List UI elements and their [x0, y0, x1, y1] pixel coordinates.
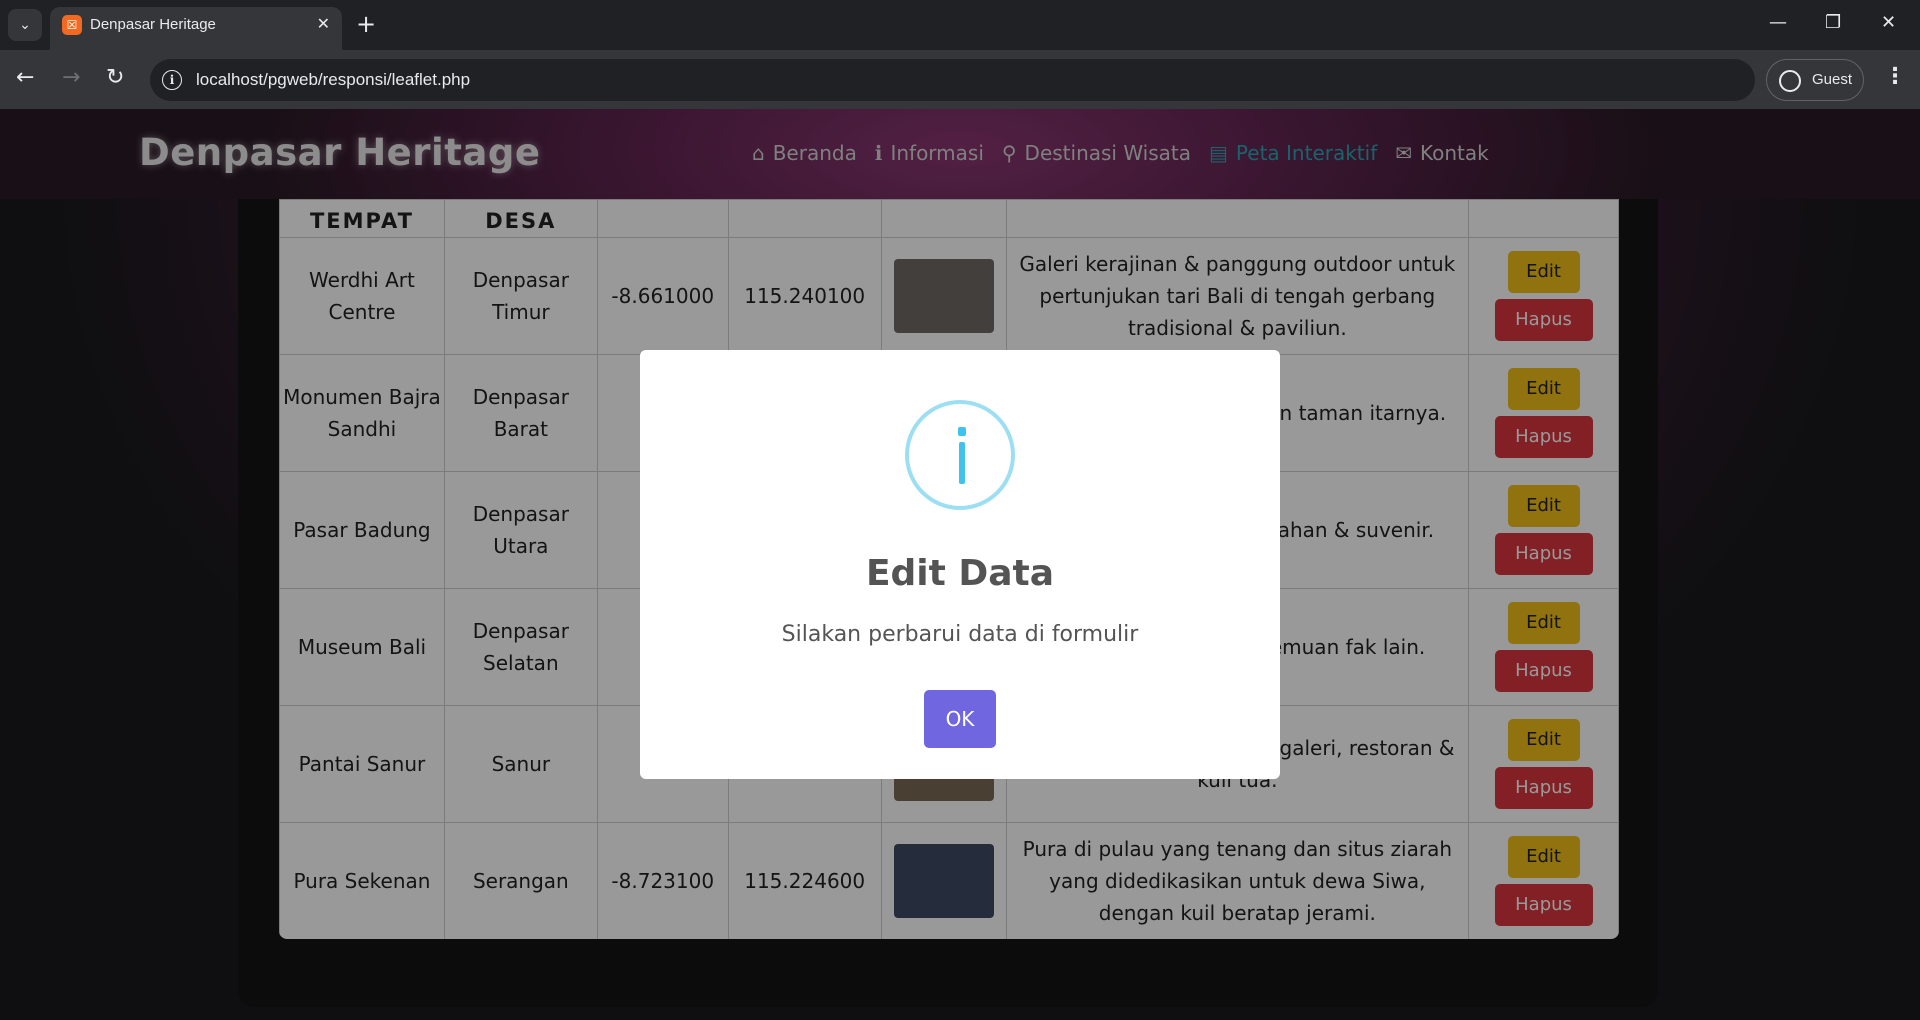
- browser-tabstrip: ⌄ ☒ Denpasar Heritage ✕ + — ❐ ✕: [0, 0, 1920, 50]
- tab-close-icon[interactable]: ✕: [317, 14, 330, 33]
- reload-icon[interactable]: ↻: [106, 67, 124, 89]
- forward-icon[interactable]: →: [62, 67, 80, 89]
- info-icon: [905, 400, 1015, 510]
- url-text[interactable]: localhost/pgweb/responsi/leaflet.php: [196, 70, 470, 90]
- site-info-icon[interactable]: i: [162, 70, 182, 90]
- browser-toolbar: ← → ↻ i localhost/pgweb/responsi/leaflet…: [0, 50, 1920, 109]
- page-viewport: Denpasar Heritage ⌂ Beranda ℹ Informasi ⚲ Des…: [0, 109, 1920, 1020]
- info-icon-dot: [958, 427, 966, 436]
- minimize-icon[interactable]: —: [1769, 12, 1787, 33]
- profile-button[interactable]: Guest: [1766, 59, 1864, 101]
- menu-icon[interactable]: ⋮: [1884, 64, 1906, 89]
- address-bar[interactable]: i localhost/pgweb/responsi/leaflet.php: [150, 59, 1755, 101]
- dialog-message: Silakan perbarui data di formulir: [781, 622, 1139, 647]
- close-window-icon[interactable]: ✕: [1881, 12, 1896, 33]
- ok-button[interactable]: OK: [924, 690, 996, 748]
- restore-icon[interactable]: ❐: [1825, 12, 1841, 33]
- tab-title: Denpasar Heritage: [90, 16, 216, 33]
- dialog-title: Edit Data: [865, 553, 1055, 594]
- tab-search-button[interactable]: ⌄: [8, 9, 42, 41]
- profile-icon: [1779, 70, 1801, 92]
- favicon-icon: ☒: [62, 15, 82, 35]
- info-icon-bar: [959, 442, 965, 484]
- alert-dialog: Edit Data Silakan perbarui data di formu…: [640, 350, 1280, 779]
- browser-tab[interactable]: ☒ Denpasar Heritage ✕: [50, 7, 342, 50]
- new-tab-icon[interactable]: +: [356, 12, 376, 36]
- back-icon[interactable]: ←: [16, 67, 34, 89]
- profile-label: Guest: [1812, 71, 1853, 88]
